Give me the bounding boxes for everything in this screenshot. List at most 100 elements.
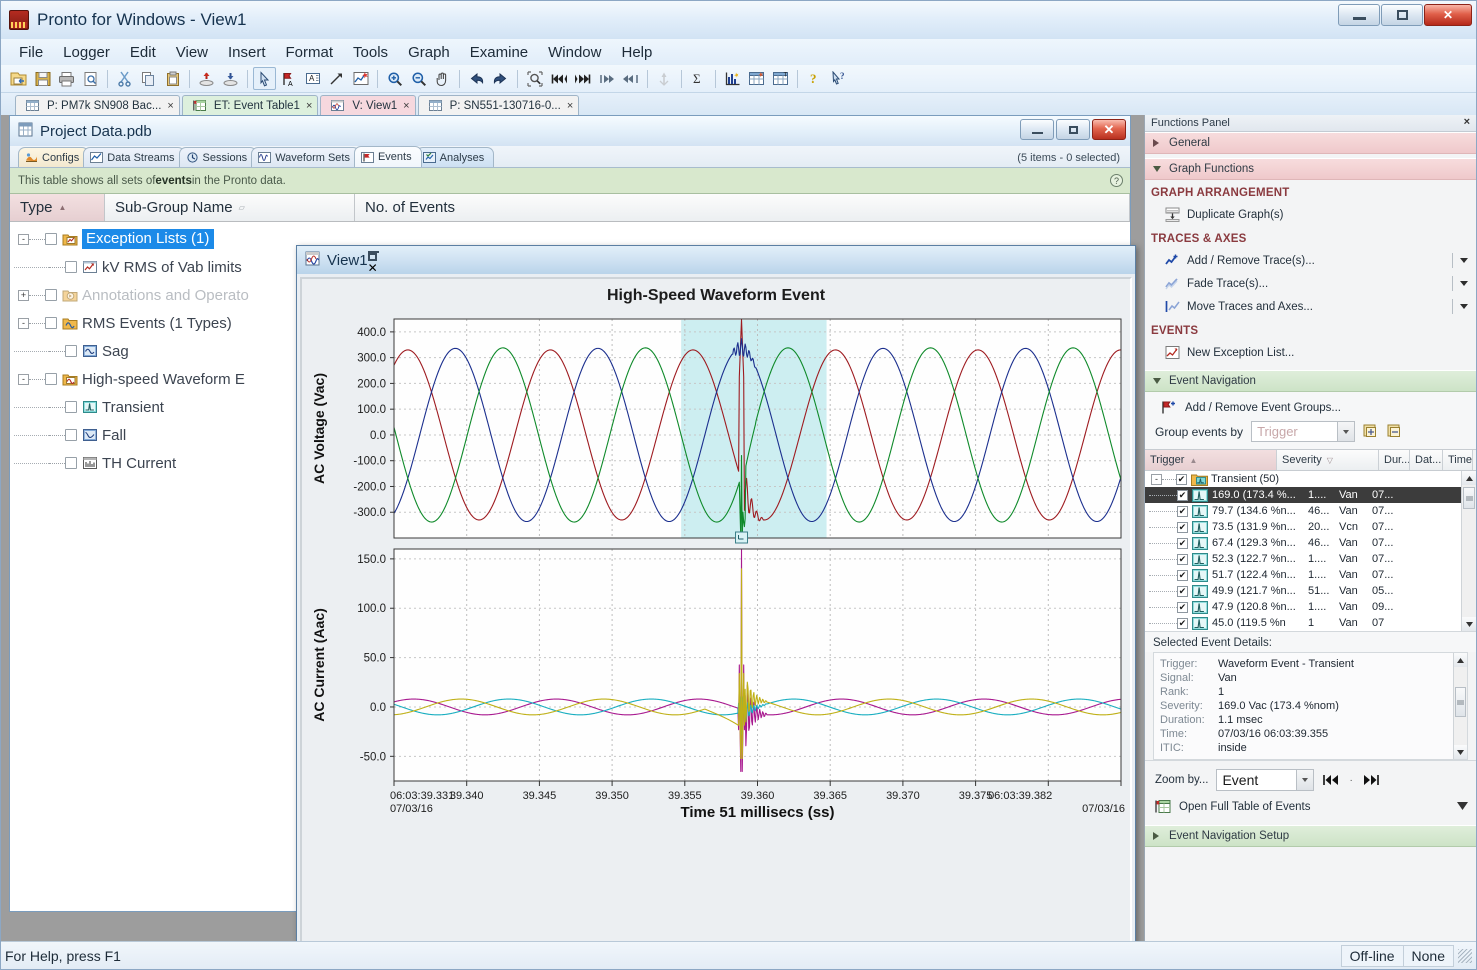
project-tab-configs[interactable]: Configs — [18, 147, 90, 167]
menu-graph[interactable]: Graph — [398, 41, 460, 64]
text-box-icon[interactable]: A — [301, 67, 324, 90]
tree-expander[interactable]: + — [18, 289, 29, 301]
event-checkbox[interactable]: ✔ — [1177, 617, 1188, 629]
event-column-severity[interactable]: Severity ▽ — [1277, 450, 1379, 470]
menu-file[interactable]: File — [9, 41, 53, 64]
event-row[interactable]: ✔ 47.9 (120.8 %n... 1.... Van 09... — [1145, 599, 1476, 615]
fade-traces-dropdown[interactable] — [1452, 276, 1468, 291]
document-tab-3[interactable]: P: SN551-130716-0... × — [417, 95, 580, 115]
tree-checkbox[interactable] — [65, 261, 77, 273]
tree-checkbox[interactable] — [65, 345, 77, 357]
tree-checkbox[interactable] — [65, 429, 77, 441]
scrollbar-thumb[interactable] — [1455, 687, 1466, 717]
group-checkbox[interactable]: ✔ — [1176, 473, 1187, 485]
event-checkbox[interactable]: ✔ — [1177, 521, 1188, 533]
paste-icon[interactable] — [161, 67, 184, 90]
select-pointer-icon[interactable] — [253, 67, 276, 90]
collapse-all-icon[interactable] — [1387, 423, 1403, 441]
tree-checkbox[interactable] — [45, 233, 57, 245]
tree-checkbox[interactable] — [45, 289, 57, 301]
minimize-button[interactable] — [1338, 4, 1380, 26]
scroll-up-icon[interactable] — [1454, 653, 1467, 667]
event-row[interactable]: ✔ 45.0 (119.5 %n 1 Van 07 — [1145, 615, 1476, 631]
add-remove-traces-dropdown[interactable] — [1452, 253, 1468, 268]
last-event-icon[interactable] — [1361, 772, 1380, 789]
print-preview-icon[interactable] — [79, 67, 102, 90]
event-checkbox[interactable]: ✔ — [1177, 537, 1188, 549]
column-header-sub-group-name[interactable]: Sub-Group Name ▱ — [105, 194, 355, 221]
close-button[interactable]: ✕ — [1424, 4, 1472, 26]
arrow-icon[interactable] — [325, 67, 348, 90]
menu-logger[interactable]: Logger — [53, 41, 120, 64]
tree-checkbox[interactable] — [45, 317, 57, 329]
move-traces-dropdown[interactable] — [1452, 299, 1468, 314]
close-icon[interactable]: × — [306, 100, 312, 112]
forward-arrow-icon[interactable] — [489, 67, 512, 90]
move-traces-axes-item[interactable]: Move Traces and Axes... — [1145, 295, 1476, 318]
zoom-by-select[interactable]: Event — [1216, 769, 1315, 791]
help-circle-icon[interactable]: ? — [1110, 174, 1123, 187]
column-header-type[interactable]: Type ▲ — [10, 194, 105, 221]
project-maximize-button[interactable] — [1056, 119, 1090, 140]
menu-tools[interactable]: Tools — [343, 41, 398, 64]
details-scrollbar[interactable] — [1453, 653, 1467, 759]
tree-expander[interactable]: - — [18, 233, 29, 245]
project-tab-sessions[interactable]: Sessions — [178, 147, 258, 167]
fade-traces-item[interactable]: Fade Trace(s)... — [1145, 272, 1476, 295]
event-row[interactable]: ✔ 73.5 (131.9 %n... 20... Vcn 07... — [1145, 519, 1476, 535]
resize-grip[interactable] — [1458, 948, 1472, 963]
marker-icon[interactable] — [653, 67, 676, 90]
chevron-down-icon[interactable] — [1296, 770, 1314, 790]
event-table-scrollbar[interactable] — [1461, 471, 1476, 631]
open-icon[interactable] — [7, 67, 30, 90]
prev-event-icon[interactable] — [595, 67, 618, 90]
cut-icon[interactable] — [113, 67, 136, 90]
open-full-table-item[interactable]: Open Full Table of Events — [1145, 797, 1476, 821]
scroll-down-icon[interactable] — [1462, 617, 1476, 631]
table-new-icon[interactable] — [745, 67, 768, 90]
chevron-down-icon[interactable] — [1460, 281, 1468, 286]
section-general[interactable]: General — [1145, 132, 1476, 154]
view1-maximize-button[interactable] — [367, 253, 379, 261]
group-events-by-select[interactable]: Trigger — [1251, 421, 1356, 442]
event-row[interactable]: ✔ 51.7 (122.4 %n... 1.... Van 07... — [1145, 567, 1476, 583]
event-checkbox[interactable]: ✔ — [1177, 569, 1188, 581]
project-close-button[interactable]: ✕ — [1092, 119, 1126, 140]
print-icon[interactable] — [55, 67, 78, 90]
event-checkbox[interactable]: ✔ — [1177, 601, 1188, 613]
document-tab-2[interactable]: V: View1 × — [320, 95, 416, 115]
menu-format[interactable]: Format — [276, 41, 344, 64]
chevron-down-icon[interactable] — [1337, 422, 1355, 441]
annotation-flag-icon[interactable]: A — [277, 67, 300, 90]
section-event-navigation[interactable]: Event Navigation — [1145, 370, 1476, 392]
close-icon[interactable]: × — [167, 100, 173, 112]
copy-icon[interactable] — [137, 67, 160, 90]
event-column-dur[interactable]: Dur... — [1379, 450, 1410, 470]
duplicate-graphs-item[interactable]: Duplicate Graph(s) — [1145, 203, 1476, 226]
tree-checkbox[interactable] — [65, 401, 77, 413]
help-pointer-icon[interactable]: ? — [827, 67, 850, 90]
import-icon[interactable] — [195, 67, 218, 90]
zoom-in-icon[interactable] — [383, 67, 406, 90]
event-row[interactable]: ✔ 169.0 (173.4 %... 1.... Van 07... — [1145, 487, 1476, 503]
event-checkbox[interactable]: ✔ — [1177, 489, 1188, 501]
chevron-down-icon[interactable] — [1460, 258, 1468, 263]
maximize-button[interactable] — [1381, 4, 1423, 26]
event-row[interactable]: ✔ 52.3 (122.7 %n... 1.... Van 07... — [1145, 551, 1476, 567]
project-tab-waveform-sets[interactable]: Waveform Sets — [251, 147, 360, 167]
zoom-region-icon[interactable] — [523, 67, 546, 90]
column-header-no-of-events[interactable]: No. of Events — [355, 194, 1130, 221]
event-checkbox[interactable]: ✔ — [1177, 553, 1188, 565]
first-event-icon[interactable] — [1322, 772, 1341, 789]
project-tab-events[interactable]: Events — [353, 146, 422, 167]
event-group-row[interactable]: - ✔ Transient (50) — [1145, 471, 1476, 487]
save-icon[interactable] — [31, 67, 54, 90]
close-icon[interactable]: × — [403, 100, 409, 112]
menu-insert[interactable]: Insert — [218, 41, 276, 64]
add-remove-traces-item[interactable]: Add / Remove Trace(s)... — [1145, 249, 1476, 272]
pan-hand-icon[interactable] — [431, 67, 454, 90]
tree-checkbox[interactable] — [45, 373, 57, 385]
project-tab-data-streams[interactable]: Data Streams — [83, 147, 185, 167]
chevron-down-icon[interactable] — [1460, 304, 1468, 309]
event-row[interactable]: ✔ 67.4 (129.3 %n... 46... Van 07... — [1145, 535, 1476, 551]
